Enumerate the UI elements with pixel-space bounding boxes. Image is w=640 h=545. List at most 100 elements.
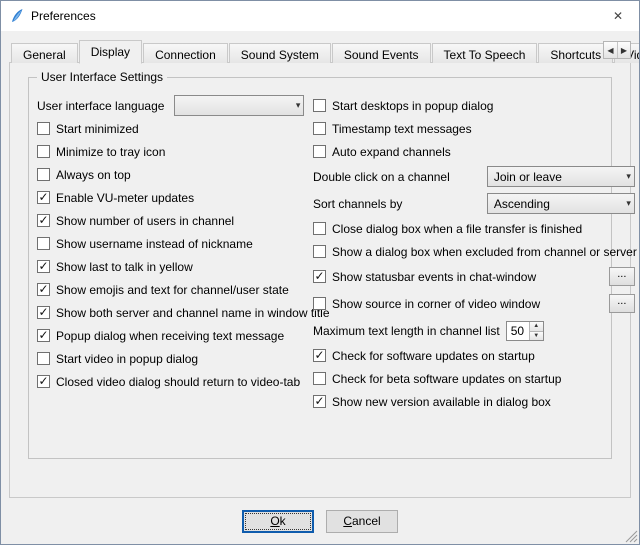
- max-text-length-row: Maximum text length in channel list 50 ▲…: [313, 317, 637, 344]
- ok-button[interactable]: Ok: [242, 510, 314, 533]
- language-row: User interface language ▾: [37, 94, 307, 117]
- checkbox-label: Show both server and channel name in win…: [56, 306, 330, 320]
- minimize-tray-checkbox[interactable]: [37, 145, 50, 158]
- preferences-dialog: Preferences ✕ General Display Connection…: [0, 0, 640, 545]
- checkbox-label: Show number of users in channel: [56, 214, 234, 228]
- popup-text-checkbox[interactable]: ✓: [37, 329, 50, 342]
- desktops-popup-checkbox[interactable]: [313, 99, 326, 112]
- double-click-select[interactable]: Join or leave ▾: [487, 166, 635, 187]
- video-popup-checkbox[interactable]: [37, 352, 50, 365]
- checkbox-label: Show last to talk in yellow: [56, 260, 193, 274]
- tab-scroll-right-icon[interactable]: ▶: [617, 42, 630, 58]
- video-source-more-button[interactable]: ...: [609, 294, 635, 313]
- language-label: User interface language: [37, 99, 164, 113]
- username-row: Show username instead of nickname: [37, 232, 307, 255]
- tab-scroll-left-icon[interactable]: ◀: [604, 42, 617, 58]
- double-click-label: Double click on a channel: [313, 170, 450, 184]
- checkbox-label: Start minimized: [56, 122, 139, 136]
- chevron-down-icon: ▾: [626, 171, 631, 182]
- resize-grip[interactable]: [625, 530, 638, 543]
- tab-text-to-speech[interactable]: Text To Speech: [432, 43, 538, 63]
- file-transfer-checkbox[interactable]: [313, 222, 326, 235]
- timestamp-row: Timestamp text messages: [313, 117, 637, 140]
- tab-display[interactable]: Display: [79, 40, 142, 64]
- statusbar-events-checkbox[interactable]: ✓: [313, 270, 326, 283]
- tab-sound-system[interactable]: Sound System: [229, 43, 331, 63]
- emoji-checkbox[interactable]: ✓: [37, 283, 50, 296]
- spin-down-icon[interactable]: ▼: [530, 331, 543, 340]
- checkbox-label: Closed video dialog should return to vid…: [56, 375, 300, 389]
- cancel-button[interactable]: Cancel: [326, 510, 398, 533]
- titlebar[interactable]: Preferences ✕: [1, 1, 639, 31]
- spin-up-icon[interactable]: ▲: [530, 322, 543, 331]
- user-count-row: ✓ Show number of users in channel: [37, 209, 307, 232]
- ui-settings-group: User Interface Settings User interface l…: [28, 77, 612, 459]
- video-return-row: ✓ Closed video dialog should return to v…: [37, 370, 307, 393]
- tab-connection[interactable]: Connection: [143, 43, 228, 63]
- video-source-checkbox[interactable]: [313, 297, 326, 310]
- double-click-row: Double click on a channel Join or leave …: [313, 163, 637, 190]
- double-click-value: Join or leave: [494, 170, 562, 184]
- checkbox-label: Timestamp text messages: [332, 122, 472, 136]
- auto-expand-row: Auto expand channels: [313, 140, 637, 163]
- minimize-tray-row: Minimize to tray icon: [37, 140, 307, 163]
- checkbox-label: Minimize to tray icon: [56, 145, 165, 159]
- checkbox-label: Check for software updates on startup: [332, 349, 535, 363]
- checkbox-label: Show statusbar events in chat-window: [332, 270, 536, 284]
- updates-checkbox[interactable]: ✓: [313, 349, 326, 362]
- language-select[interactable]: ▾: [174, 95, 304, 116]
- chevron-down-icon: ▾: [626, 198, 631, 209]
- desktops-popup-row: Start desktops in popup dialog: [313, 94, 637, 117]
- popup-text-row: ✓ Popup dialog when receiving text messa…: [37, 324, 307, 347]
- video-source-row: Show source in corner of video window ..…: [313, 290, 637, 317]
- checkbox-label: Show emojis and text for channel/user st…: [56, 283, 289, 297]
- close-icon[interactable]: ✕: [597, 1, 639, 31]
- excluded-dialog-row: Show a dialog box when excluded from cha…: [313, 240, 637, 263]
- sort-channels-select[interactable]: Ascending ▾: [487, 193, 635, 214]
- timestamp-checkbox[interactable]: [313, 122, 326, 135]
- checkbox-label: Always on top: [56, 168, 131, 182]
- checkbox-label: Start video in popup dialog: [56, 352, 198, 366]
- statusbar-events-row: ✓ Show statusbar events in chat-window .…: [313, 263, 637, 290]
- user-count-checkbox[interactable]: ✓: [37, 214, 50, 227]
- tab-bar: General Display Connection Sound System …: [9, 39, 631, 63]
- left-column: User interface language ▾ Start minimize…: [37, 94, 307, 413]
- last-talk-row: ✓ Show last to talk in yellow: [37, 255, 307, 278]
- username-checkbox[interactable]: [37, 237, 50, 250]
- last-talk-checkbox[interactable]: ✓: [37, 260, 50, 273]
- new-version-checkbox[interactable]: ✓: [313, 395, 326, 408]
- video-popup-row: Start video in popup dialog: [37, 347, 307, 370]
- checkbox-label: Auto expand channels: [332, 145, 451, 159]
- display-tab-panel: User Interface Settings User interface l…: [9, 62, 631, 498]
- window-title-checkbox[interactable]: ✓: [37, 306, 50, 319]
- max-text-length-stepper[interactable]: 50 ▲ ▼: [506, 321, 544, 341]
- always-on-top-row: Always on top: [37, 163, 307, 186]
- tab-shortcuts[interactable]: Shortcuts: [538, 43, 613, 63]
- max-text-length-value: 50: [507, 322, 529, 340]
- sort-channels-row: Sort channels by Ascending ▾: [313, 190, 637, 217]
- checkbox-label: Show username instead of nickname: [56, 237, 253, 251]
- vu-meter-checkbox[interactable]: ✓: [37, 191, 50, 204]
- excluded-dialog-checkbox[interactable]: [313, 245, 326, 258]
- video-return-checkbox[interactable]: ✓: [37, 375, 50, 388]
- max-text-length-label: Maximum text length in channel list: [313, 324, 500, 338]
- tab-sound-events[interactable]: Sound Events: [332, 43, 431, 63]
- sort-channels-label: Sort channels by: [313, 197, 402, 211]
- file-transfer-row: Close dialog box when a file transfer is…: [313, 217, 637, 240]
- window-title: Preferences: [31, 9, 96, 23]
- new-version-row: ✓ Show new version available in dialog b…: [313, 390, 637, 413]
- checkbox-label: Show new version available in dialog box: [332, 395, 551, 409]
- start-minimized-row: Start minimized: [37, 117, 307, 140]
- tab-scroll-control[interactable]: ◀ ▶: [603, 41, 631, 59]
- updates-row: ✓ Check for software updates on startup: [313, 344, 637, 367]
- checkbox-label: Enable VU-meter updates: [56, 191, 194, 205]
- beta-updates-checkbox[interactable]: [313, 372, 326, 385]
- auto-expand-checkbox[interactable]: [313, 145, 326, 158]
- always-on-top-checkbox[interactable]: [37, 168, 50, 181]
- start-minimized-checkbox[interactable]: [37, 122, 50, 135]
- tab-general[interactable]: General: [11, 43, 78, 63]
- checkbox-label: Popup dialog when receiving text message: [56, 329, 284, 343]
- statusbar-events-more-button[interactable]: ...: [609, 267, 635, 286]
- app-icon: [9, 8, 25, 24]
- checkbox-label: Start desktops in popup dialog: [332, 99, 493, 113]
